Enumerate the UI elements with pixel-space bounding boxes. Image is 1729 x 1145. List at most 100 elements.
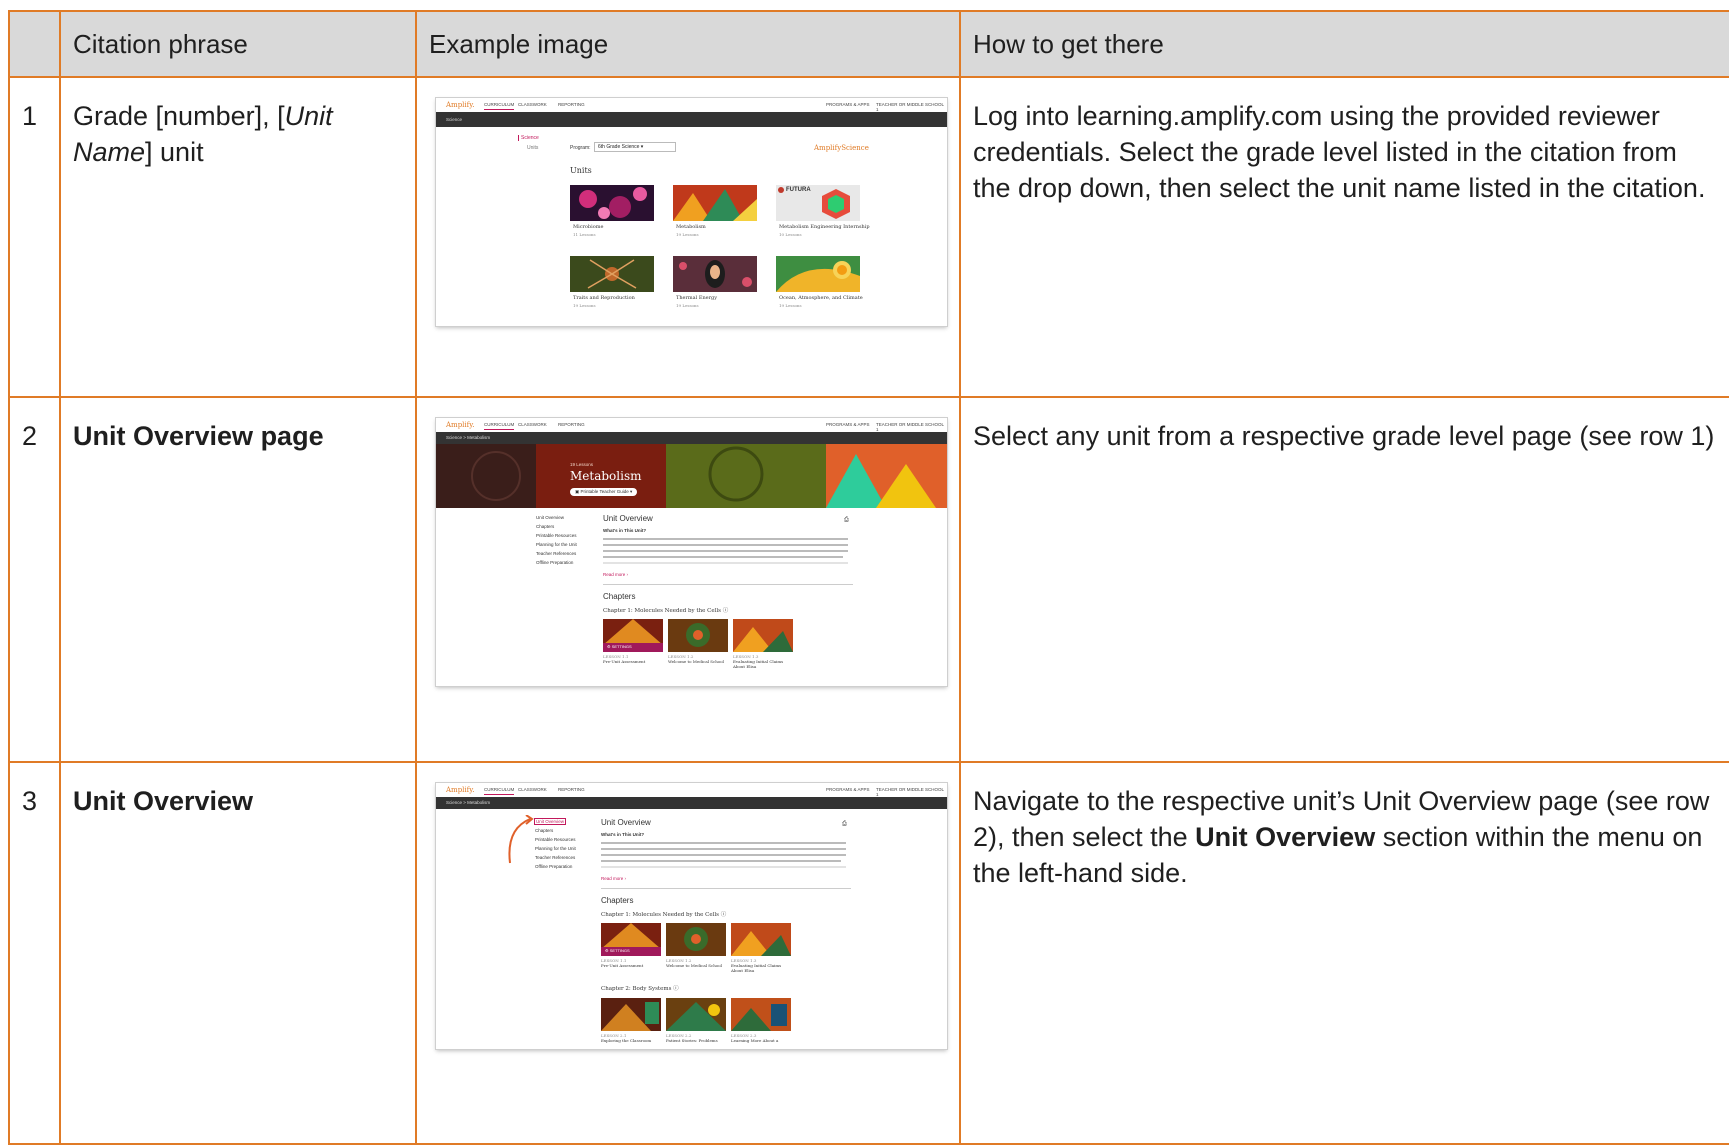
menu-teacher-references[interactable]: Teacher References: [536, 551, 576, 556]
section-subhead: What's in This Unit?: [601, 832, 645, 837]
how-to-get-there: Log into learning.amplify.com using the …: [959, 76, 1729, 398]
unit-thumb-ocean[interactable]: [776, 256, 860, 292]
menu-unit-overview-highlighted[interactable]: Unit Overview: [534, 818, 567, 825]
menu-planning[interactable]: Planning for the Unit: [535, 846, 576, 851]
chapter-2-title: Chapter 2: Body Systems ⓘ: [601, 986, 679, 992]
how-to-get-there: Navigate to the respective unit’s Unit O…: [959, 761, 1729, 1145]
citation-phrase: Grade [number], [Unit Name] unit: [59, 76, 417, 398]
table-row: 2 Unit Overview page Amplify. CURRICULUM…: [8, 396, 1729, 763]
example-image-cell: Amplify. CURRICULUM CLASSWORK REPORTING …: [415, 76, 961, 398]
header-row: Citation phrase Example image How to get…: [8, 10, 1729, 78]
nav-curriculum[interactable]: CURRICULUM: [484, 422, 515, 430]
header-how: How to get there: [959, 10, 1729, 78]
unit-card-label: Traits and Reproduction 19 Lessons: [573, 295, 635, 308]
nav-reporting[interactable]: REPORTING: [558, 422, 585, 427]
hero-banner: [436, 444, 947, 508]
unit-card-label: Metabolism Engineering Internship 10 Less…: [779, 224, 870, 237]
nav-teacher[interactable]: TEACHER OR MIDDLE SCHOOL 1: [876, 422, 947, 432]
side-units[interactable]: Units: [527, 145, 538, 151]
how-to-get-there: Select any unit from a respective grade …: [959, 396, 1729, 763]
lesson-label: LESSON 1.2 Welcome to Medical School: [668, 654, 724, 664]
chapters-heading: Chapters: [601, 896, 634, 905]
section-title: Unit Overview: [601, 818, 651, 827]
lesson-label: LESSON 1.2 Welcome to Medical School: [666, 958, 722, 968]
breadcrumb: Science > Metabolism: [436, 797, 947, 809]
unit-thumb-thermal[interactable]: [673, 256, 757, 292]
printable-teacher-guide-button[interactable]: ▣ Printable Teacher Guide ▾: [570, 488, 638, 496]
futura-label: FUTURA: [786, 187, 811, 193]
lesson-label: LESSON 1.1 Pre-Unit Assessment: [601, 958, 644, 968]
breadcrumb: Science: [436, 112, 947, 127]
menu-chapters[interactable]: Chapters: [536, 524, 554, 529]
menu-chapters[interactable]: Chapters: [535, 828, 553, 833]
unit-thumb-metabolism[interactable]: [673, 185, 757, 221]
row-number: 2: [8, 396, 61, 763]
amplify-logo: Amplify.: [446, 101, 475, 109]
example-image-cell: Amplify. CURRICULUM CLASSWORK REPORTING …: [415, 396, 961, 763]
menu-planning[interactable]: Planning for the Unit: [536, 542, 577, 547]
row-number: 3: [8, 761, 61, 1145]
print-icon[interactable]: ⎙: [842, 821, 847, 828]
nav-reporting[interactable]: REPORTING: [558, 102, 585, 107]
nav-programs[interactable]: PROGRAMS & APPS: [826, 102, 870, 107]
section-subhead: What's in This Unit?: [603, 528, 647, 533]
header-image: Example image: [415, 10, 961, 78]
lesson-thumb-1-2[interactable]: [666, 923, 726, 956]
lesson-label: LESSON 2.1 Exploring the Classroom: [601, 1033, 652, 1043]
nav-curriculum[interactable]: CURRICULUM: [484, 787, 515, 795]
menu-printable-resources[interactable]: Printable Resources: [535, 837, 576, 842]
table-row: 1 Grade [number], [Unit Name] unit Ampli…: [8, 76, 1729, 398]
citation-phrase: Unit Overview: [59, 761, 417, 1145]
unit-thumb-traits[interactable]: [570, 256, 654, 292]
amplify-logo: Amplify.: [446, 786, 475, 794]
arrow-annotation: [508, 815, 534, 864]
nav-curriculum[interactable]: CURRICULUM: [484, 102, 515, 110]
lesson-thumb-1-3[interactable]: [733, 619, 793, 652]
table-row: 3 Unit Overview Amplify. CURRICULUM CLAS…: [8, 761, 1729, 1145]
header-num: [8, 10, 61, 78]
unit-thumb-microbiome[interactable]: [570, 185, 654, 221]
unit-card-label: Microbiome 11 Lessons: [573, 224, 604, 237]
read-more-link[interactable]: Read more ›: [603, 572, 628, 577]
settings-badge[interactable]: ⚙ SETTINGS: [605, 948, 630, 953]
example-screenshot-unit-overview-section: Amplify. CURRICULUM CLASSWORK REPORTING …: [436, 783, 947, 1049]
lesson-label: LESSON 2.3 Learning More About a: [731, 1033, 779, 1043]
nav-programs[interactable]: PROGRAMS & APPS: [826, 422, 870, 427]
lesson-thumb-2-2[interactable]: [666, 998, 726, 1031]
unit-card-label: Ocean, Atmosphere, and Climate 19 Lessons: [779, 295, 863, 308]
menu-printable-resources[interactable]: Printable Resources: [536, 533, 577, 538]
chapters-heading: Chapters: [603, 592, 636, 601]
nav-teacher[interactable]: TEACHER OR MIDDLE SCHOOL 1: [876, 102, 947, 112]
nav-classwork[interactable]: CLASSWORK: [518, 787, 547, 792]
nav-classwork[interactable]: CLASSWORK: [518, 102, 547, 107]
nav-teacher[interactable]: TEACHER OR MIDDLE SCHOOL 1: [876, 787, 947, 797]
nav-classwork[interactable]: CLASSWORK: [518, 422, 547, 427]
lesson-thumb-1-3[interactable]: [731, 923, 791, 956]
menu-teacher-references[interactable]: Teacher References: [535, 855, 575, 860]
example-screenshot-grade-units: Amplify. CURRICULUM CLASSWORK REPORTING …: [436, 98, 947, 326]
print-icon[interactable]: ⎙: [844, 517, 849, 524]
example-image-cell: Amplify. CURRICULUM CLASSWORK REPORTING …: [415, 761, 961, 1145]
chapter-1-title: Chapter 1: Molecules Needed by the Cells…: [601, 912, 727, 918]
units-heading: Units: [570, 166, 592, 175]
unit-card-label: Metabolism 19 Lessons: [676, 224, 706, 237]
header-citation: Citation phrase: [59, 10, 417, 78]
program-select[interactable]: 6th Grade Science ▾: [594, 142, 676, 152]
breadcrumb: Science > Metabolism: [436, 432, 947, 444]
hero-lessons: 19 Lessons: [570, 462, 594, 467]
section-title: Unit Overview: [603, 514, 653, 523]
lesson-thumb-1-2[interactable]: [668, 619, 728, 652]
menu-offline-preparation[interactable]: Offline Preparation: [536, 560, 573, 565]
lesson-thumb-2-1[interactable]: [601, 998, 661, 1031]
read-more-link[interactable]: Read more ›: [601, 876, 626, 881]
nav-reporting[interactable]: REPORTING: [558, 787, 585, 792]
program-label: Program:: [570, 145, 591, 151]
menu-offline-preparation[interactable]: Offline Preparation: [535, 864, 572, 869]
nav-programs[interactable]: PROGRAMS & APPS: [826, 787, 870, 792]
lesson-thumb-2-3[interactable]: [731, 998, 791, 1031]
settings-badge[interactable]: ⚙ SETTINGS: [607, 644, 632, 649]
row-number: 1: [8, 76, 61, 398]
side-science[interactable]: Science: [518, 135, 539, 141]
lesson-label: LESSON 1.3 Evaluating Initial Claims Abou…: [731, 958, 782, 973]
menu-unit-overview[interactable]: Unit Overview: [536, 515, 564, 520]
